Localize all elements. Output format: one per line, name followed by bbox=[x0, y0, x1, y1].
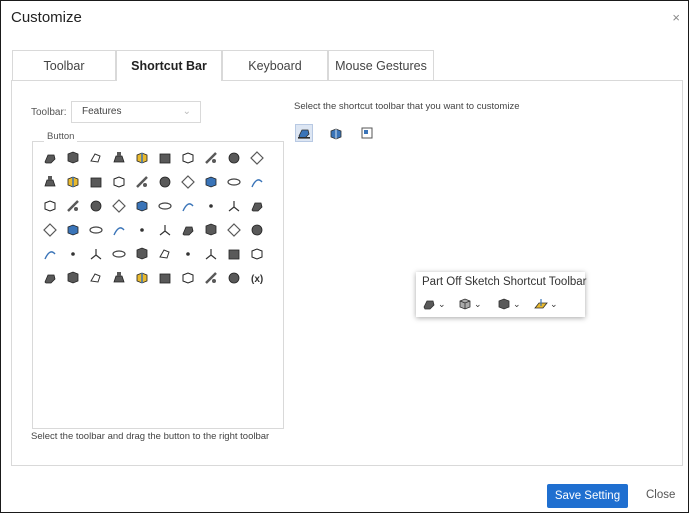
display-style-dropdown-icon[interactable]: ⌄ bbox=[497, 296, 521, 312]
scale-icon[interactable] bbox=[107, 194, 130, 218]
box-icon[interactable] bbox=[176, 218, 199, 242]
sweep-icon[interactable] bbox=[84, 146, 107, 170]
view-orientation-dropdown-icon[interactable]: ⌄ bbox=[458, 296, 482, 312]
thread-icon[interactable] bbox=[38, 170, 61, 194]
thicken-icon[interactable] bbox=[245, 194, 268, 218]
assembly-shortcut-icon[interactable] bbox=[327, 124, 345, 142]
preview-title: Part Off Sketch Shortcut Toolbar bbox=[422, 276, 587, 288]
dome-icon[interactable] bbox=[130, 194, 153, 218]
linear-pattern-icon[interactable] bbox=[130, 170, 153, 194]
intersect-icon[interactable] bbox=[84, 194, 107, 218]
combine-icon[interactable] bbox=[245, 170, 268, 194]
tube-icon[interactable] bbox=[199, 218, 222, 242]
reference-plane-icon[interactable] bbox=[38, 242, 61, 266]
plane-icon[interactable] bbox=[130, 242, 153, 266]
torus-icon[interactable] bbox=[153, 218, 176, 242]
svg-text:(x): (x) bbox=[251, 274, 263, 285]
spiral-icon[interactable] bbox=[84, 266, 107, 290]
circular-pattern-icon[interactable] bbox=[153, 170, 176, 194]
mate-reference-icon[interactable] bbox=[222, 242, 245, 266]
split-line-icon[interactable] bbox=[107, 266, 130, 290]
pyramid-icon[interactable] bbox=[61, 242, 84, 266]
coordinate-system-icon[interactable] bbox=[199, 242, 222, 266]
composite-curve-icon[interactable] bbox=[130, 266, 153, 290]
tab-shortcut-bar[interactable]: Shortcut Bar bbox=[116, 50, 222, 81]
button-icon-grid: (x) bbox=[38, 146, 268, 290]
deform-icon[interactable] bbox=[176, 194, 199, 218]
toolbar-label: Toolbar: bbox=[31, 107, 67, 118]
curve-pattern-icon[interactable] bbox=[176, 170, 199, 194]
hole-icon[interactable] bbox=[153, 146, 176, 170]
washer-icon[interactable] bbox=[84, 242, 107, 266]
draft-icon[interactable] bbox=[199, 146, 222, 170]
shortcut-hint: Select the shortcut toolbar that you wan… bbox=[294, 101, 520, 112]
part-shortcut-icon[interactable] bbox=[295, 124, 313, 142]
sphere-icon[interactable] bbox=[245, 218, 268, 242]
sketch-pattern-icon[interactable] bbox=[199, 170, 222, 194]
close-icon[interactable]: × bbox=[672, 10, 680, 25]
surface-icon[interactable] bbox=[222, 266, 245, 290]
center-of-mass-icon[interactable] bbox=[245, 242, 268, 266]
mirror-icon[interactable] bbox=[107, 170, 130, 194]
link-values-icon[interactable] bbox=[61, 218, 84, 242]
offset-curve-icon[interactable] bbox=[176, 266, 199, 290]
ellipse-icon[interactable] bbox=[107, 242, 130, 266]
block-icon[interactable] bbox=[107, 218, 130, 242]
shell-icon[interactable] bbox=[176, 146, 199, 170]
equation-icon[interactable]: (x) bbox=[245, 266, 268, 290]
wedge-icon[interactable] bbox=[130, 218, 153, 242]
wrap-icon[interactable] bbox=[61, 170, 84, 194]
emboss-icon[interactable] bbox=[84, 170, 107, 194]
chevron-down-icon: ⌄ bbox=[182, 106, 191, 117]
cone-icon[interactable] bbox=[222, 218, 245, 242]
chamfer-icon[interactable] bbox=[245, 146, 268, 170]
tab-toolbar[interactable]: Toolbar bbox=[12, 50, 116, 80]
plane-dropdown-icon[interactable]: ⌄ bbox=[534, 296, 558, 312]
shortcut-toolbar-preview: Part Off Sketch Shortcut Toolbar ⌄ ⌄ ⌄ ⌄ bbox=[416, 272, 587, 317]
dialog-title: Customize bbox=[11, 9, 82, 26]
curve-through-points-icon[interactable] bbox=[38, 266, 61, 290]
freeform-icon[interactable] bbox=[222, 194, 245, 218]
projected-curve-icon[interactable] bbox=[153, 266, 176, 290]
extrude-icon[interactable] bbox=[38, 146, 61, 170]
tab-keyboard[interactable]: Keyboard bbox=[222, 50, 328, 80]
axis-icon[interactable] bbox=[153, 242, 176, 266]
toolbar-select[interactable]: Features ⌄ bbox=[71, 101, 201, 123]
fill-pattern-icon[interactable] bbox=[222, 170, 245, 194]
cylinder-icon[interactable] bbox=[84, 218, 107, 242]
rib-icon[interactable] bbox=[130, 146, 153, 170]
revolve-icon[interactable] bbox=[61, 146, 84, 170]
split-icon[interactable] bbox=[61, 194, 84, 218]
extrude-dropdown-icon[interactable]: ⌄ bbox=[422, 296, 446, 312]
helix-icon[interactable] bbox=[61, 266, 84, 290]
fillet-icon[interactable] bbox=[222, 146, 245, 170]
indent-icon[interactable] bbox=[199, 194, 222, 218]
move-body-icon[interactable] bbox=[38, 194, 61, 218]
point-icon[interactable] bbox=[176, 242, 199, 266]
loft-icon[interactable] bbox=[107, 146, 130, 170]
toolbar-select-value: Features bbox=[82, 106, 122, 117]
cosmetic-thread-icon[interactable] bbox=[199, 266, 222, 290]
button-group-label: Button bbox=[44, 131, 78, 142]
flex-icon[interactable] bbox=[153, 194, 176, 218]
drag-hint: Select the toolbar and drag the button t… bbox=[31, 431, 270, 442]
tab-mouse-gestures[interactable]: Mouse Gestures bbox=[328, 50, 434, 80]
close-button[interactable]: Close bbox=[646, 489, 675, 501]
save-setting-button[interactable]: Save Setting bbox=[547, 484, 628, 508]
drawing-shortcut-icon[interactable] bbox=[358, 124, 376, 142]
cavity-icon[interactable] bbox=[38, 218, 61, 242]
